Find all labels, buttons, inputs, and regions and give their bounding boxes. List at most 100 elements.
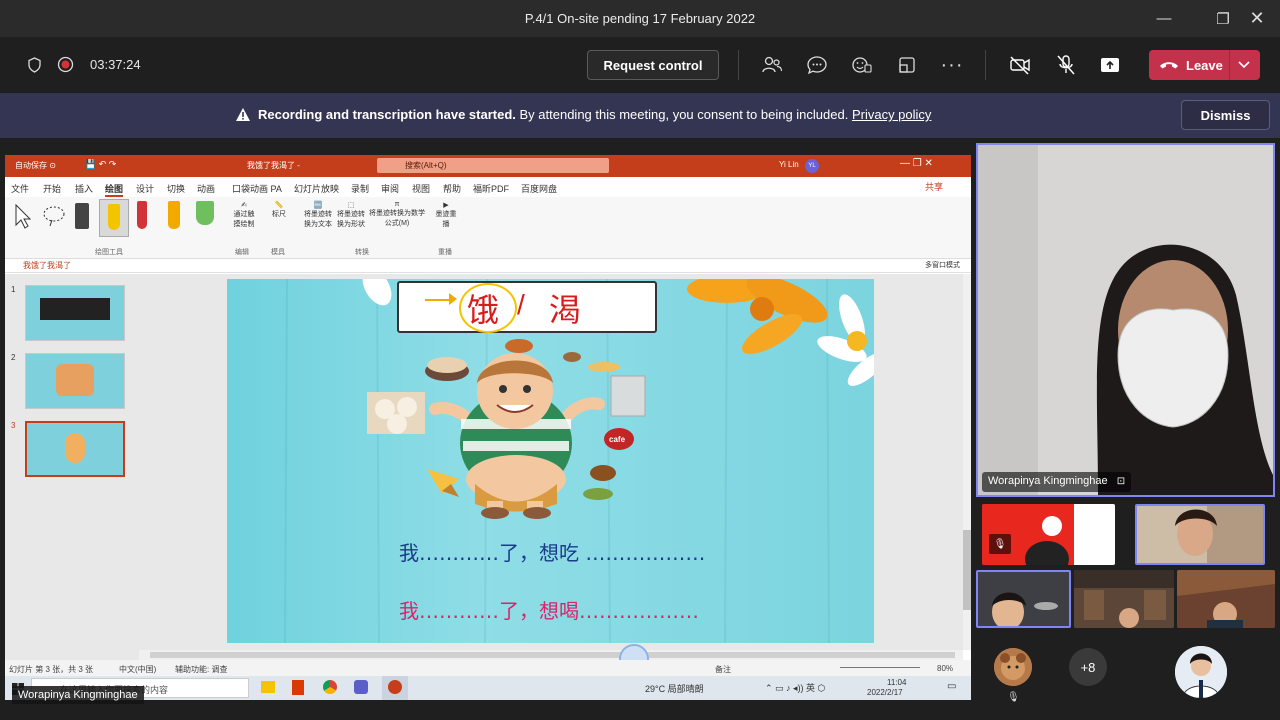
participant-video-tile[interactable] — [976, 570, 1071, 628]
select-arrow-icon[interactable] — [13, 203, 33, 234]
choice-thirsty: 渴 — [549, 291, 582, 329]
ribbon-group-label: 编辑 — [235, 249, 249, 256]
participant-video-main[interactable] — [976, 143, 1275, 497]
participant-video-tile-speaking[interactable] — [1135, 504, 1265, 565]
eraser-icon[interactable] — [75, 203, 89, 229]
ink-to-shape-button[interactable]: ⬚ 将墨迹转换为形状 — [336, 201, 366, 229]
chevron-down-icon[interactable] — [1237, 56, 1251, 75]
ribbon-tab[interactable]: 设计 — [136, 182, 154, 195]
camera-off-icon[interactable] — [1004, 50, 1036, 80]
system-tray-icons[interactable]: ⌃ ▭ ♪ ◂)) 英 ⬡ — [765, 681, 825, 694]
zoom-level[interactable]: 80% — [937, 664, 953, 673]
dismiss-button[interactable]: Dismiss — [1181, 100, 1270, 130]
ribbon: 绘图工具 ✍ 通过触摸绘制 编辑 📏 标尺 模具 🔤 将墨迹转换为文本 ⬚ 将墨迹转换为… — [5, 197, 971, 259]
notification-icon[interactable]: ▭ — [947, 681, 956, 692]
notes-button[interactable]: 备注 — [715, 664, 731, 675]
ribbon-tab[interactable]: 百度网盘 — [521, 182, 557, 195]
mic-muted-icon: 🎙 — [989, 534, 1011, 554]
ppt-window-controls[interactable]: — ❐ ✕ — [900, 158, 933, 169]
window-title: P.4/1 On-site pending 17 February 2022 — [524, 11, 756, 26]
participant-name-main: Worapinya Kingminghae ⊡ — [982, 472, 1132, 492]
ribbon-group-label: 模具 — [271, 249, 285, 256]
close-icon[interactable]: ✕ — [1234, 0, 1280, 37]
scrollbar-thumb[interactable] — [963, 530, 971, 610]
ribbon-tab[interactable]: 录制 — [351, 182, 369, 195]
pen-red-icon[interactable] — [137, 201, 147, 229]
scrollbar-thumb[interactable] — [150, 652, 955, 658]
ppt-share-button[interactable]: 共享 — [925, 180, 943, 193]
minimize-icon[interactable]: — — [1141, 0, 1187, 37]
ribbon-tab[interactable]: 插入 — [75, 182, 93, 195]
share-tray-icon[interactable] — [891, 50, 923, 80]
mic-muted-icon: 🎙 — [1007, 692, 1020, 703]
quick-access-icon[interactable]: 💾 ↶ ↷ — [85, 159, 116, 170]
slide-thumbnail-3-selected[interactable] — [25, 421, 125, 477]
ribbon-tab[interactable]: 口袋动画 PA — [232, 182, 282, 195]
multi-window-toggle[interactable]: 多窗口模式 — [925, 260, 960, 270]
more-participants-button[interactable]: +8 — [1069, 648, 1107, 686]
ribbon-tab[interactable]: 动画 — [197, 182, 215, 195]
ribbon-tab[interactable]: 文件 — [11, 182, 29, 195]
file-explorer-icon[interactable] — [261, 681, 275, 693]
accessibility-status[interactable]: 辅助功能: 调查 — [175, 664, 227, 675]
highlighter-green-icon[interactable] — [196, 201, 214, 225]
banner-message: Recording and transcription have started… — [258, 107, 931, 122]
windows-taskbar: 在这里输入你要搜索的内容 29°C 局部晴朗 ⌃ ▭ ♪ ◂)) 英 ⬡ 11:… — [5, 676, 971, 700]
choice-separator: / — [517, 289, 525, 320]
more-options-icon[interactable]: ··· — [936, 50, 968, 80]
zoom-slider[interactable] — [840, 667, 920, 668]
mic-off-icon[interactable] — [1050, 50, 1082, 80]
ribbon-tab-active[interactable]: 绘图 — [105, 182, 124, 197]
people-icon[interactable] — [756, 50, 788, 80]
pen-black-icon[interactable] — [99, 199, 129, 237]
ribbon-tab[interactable]: 幻灯片放映 — [294, 182, 339, 195]
slide-thumbnail-1[interactable] — [25, 285, 125, 341]
participant-avatar[interactable] — [1175, 646, 1227, 698]
ribbon-tab[interactable]: 切换 — [167, 182, 185, 195]
powerpoint-icon[interactable] — [388, 680, 402, 694]
sentence-drink: 我…………了，想喝……………… — [399, 599, 699, 623]
banner-bold-text: Recording and transcription have started… — [258, 107, 516, 122]
ribbon-tab[interactable]: 视图 — [412, 182, 430, 195]
shield-icon — [27, 57, 42, 78]
slide-thumbnail-2[interactable] — [25, 353, 125, 409]
meeting-timer: 03:37:24 — [90, 57, 141, 72]
request-control-button[interactable]: Request control — [587, 50, 719, 80]
privacy-policy-link[interactable]: Privacy policy — [852, 107, 931, 122]
ppt-user-avatar[interactable]: YL — [805, 159, 819, 173]
chat-icon[interactable] — [801, 50, 833, 80]
ppt-search-input[interactable]: 搜索(Alt+Q) — [377, 158, 609, 173]
sentence-eat: 我…………了，想吃 ……………… — [399, 541, 706, 565]
teams-icon[interactable] — [354, 680, 368, 694]
choice-hungry: 饿 — [467, 291, 500, 329]
share-screen-icon[interactable] — [1094, 50, 1126, 80]
ink-to-math-button[interactable]: π 将墨迹转换为数学公式(M) — [369, 201, 425, 228]
office-icon[interactable] — [292, 680, 304, 695]
participant-video-tile[interactable] — [1074, 570, 1174, 628]
weather-widget[interactable]: 29°C 局部晴朗 — [645, 682, 704, 695]
language-status: 中文(中国) — [119, 665, 157, 674]
ppt-title-bar: 自动保存 ⊙ 💾 ↶ ↷ 我饿了我渴了 - 搜索(Alt+Q) Yi Lin Y… — [5, 155, 971, 177]
banner-text: By attending this meeting, you consent t… — [515, 107, 852, 122]
leave-button[interactable]: Leave — [1149, 50, 1260, 80]
slide-number: 1 — [11, 285, 16, 294]
document-tab[interactable]: 我饿了我渴了 — [23, 260, 71, 271]
ink-replay-button[interactable]: ▶ 墨迹重播 — [435, 201, 457, 229]
touch-draw-button[interactable]: ✍ 通过触摸绘制 — [231, 201, 257, 229]
reactions-icon[interactable] — [846, 50, 878, 80]
autosave-toggle[interactable]: 自动保存 ⊙ — [15, 160, 56, 171]
recording-indicator-icon — [57, 56, 74, 78]
ink-to-text-button[interactable]: 🔤 将墨迹转换为文本 — [303, 201, 333, 229]
participant-video-tile[interactable] — [1177, 570, 1275, 628]
ribbon-tab[interactable]: 帮助 — [443, 182, 461, 195]
pen-yellow-icon[interactable] — [168, 201, 180, 229]
slide-number: 3 — [11, 421, 16, 430]
ribbon-tab[interactable]: 开始 — [43, 182, 61, 195]
chrome-icon[interactable] — [323, 680, 337, 694]
pin-icon[interactable]: ⊡ — [1117, 476, 1125, 487]
ruler-button[interactable]: 📏 标尺 — [269, 201, 289, 219]
participant-avatar[interactable] — [994, 648, 1032, 686]
lasso-icon[interactable] — [42, 205, 66, 232]
ribbon-tab[interactable]: 审阅 — [381, 182, 399, 195]
ribbon-tab[interactable]: 福昕PDF — [473, 182, 509, 195]
